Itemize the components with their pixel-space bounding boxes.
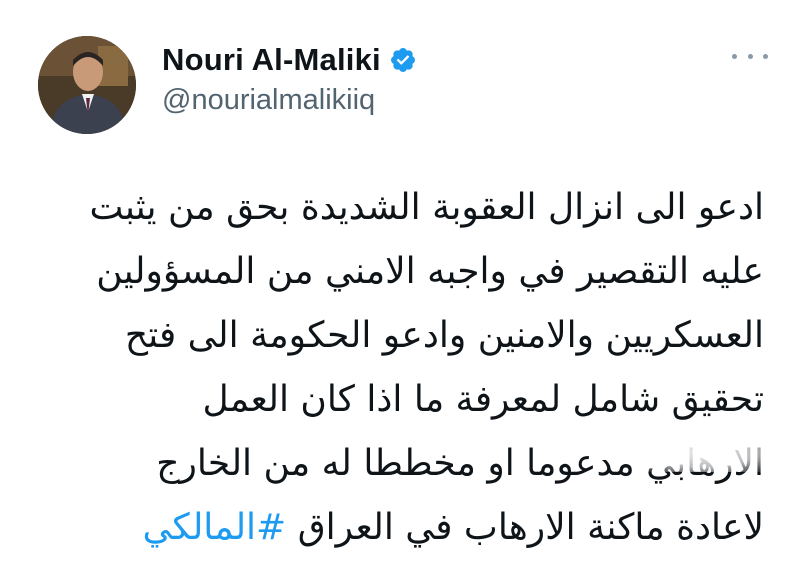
tweet-line-3: العسكريين والامنين وادعو الحكومة الى فتح — [124, 315, 764, 356]
display-name-row: Nouri Al-Maliki — [162, 40, 417, 80]
tweet-header: Nouri Al-Maliki @nourialmalikiiq — [38, 28, 768, 138]
verified-badge-icon — [389, 46, 417, 74]
tweet-line-4: تحقيق شامل لمعرفة ما اذا كان العمل — [202, 379, 764, 420]
author-handle[interactable]: @nourialmalikiiq — [162, 84, 417, 117]
tweet-card: Nouri Al-Maliki @nourialmalikiiq ادعو ال… — [0, 0, 800, 574]
more-horizontal-icon[interactable] — [732, 46, 768, 66]
hashtag-link[interactable]: #المالكي — [142, 507, 286, 548]
profile-photo-icon — [38, 36, 136, 134]
tweet-text: ادعو الى انزال العقوبة الشديدة بحق من يث… — [24, 176, 764, 560]
tweet-line-6: لاعادة ماكنة الارهاب في العراق #المالكي — [24, 496, 764, 560]
display-name[interactable]: Nouri Al-Maliki — [162, 42, 381, 78]
tweet-line-6-text: لاعادة ماكنة الارهاب في العراق — [297, 507, 764, 548]
tweet-line-1: ادعو الى انزال العقوبة الشديدة بحق من يث… — [89, 187, 764, 228]
dot — [763, 53, 768, 59]
dot — [732, 53, 737, 59]
avatar[interactable] — [38, 36, 136, 134]
tweet-line-5: الارهابي مدعوما او مخططا له من الخارج — [156, 443, 764, 484]
dot — [747, 53, 753, 59]
tweet-line-2: عليه التقصير في واجبه الامني من المسؤولي… — [96, 251, 764, 292]
author-block: Nouri Al-Maliki @nourialmalikiiq — [162, 40, 417, 117]
